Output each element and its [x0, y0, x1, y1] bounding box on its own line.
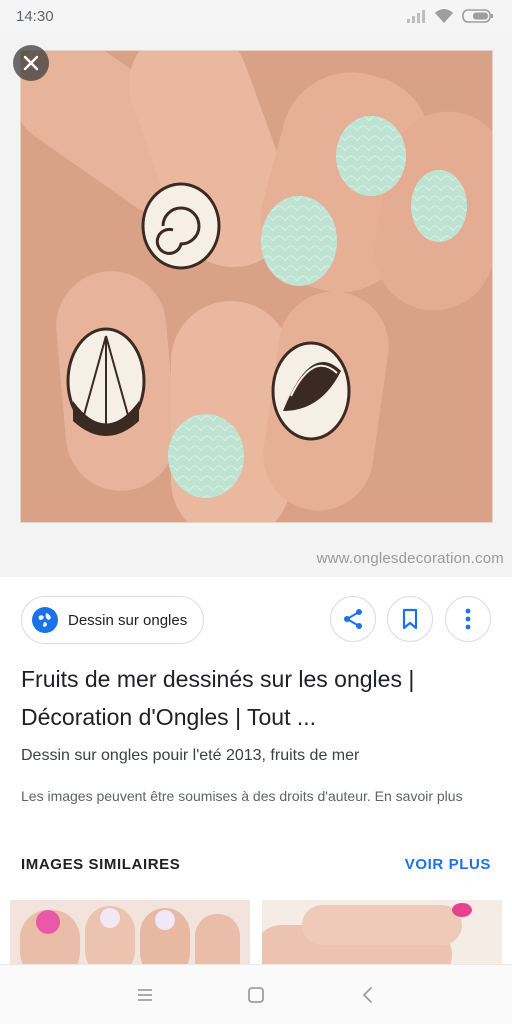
home-button[interactable]: [236, 975, 276, 1015]
result-title[interactable]: Fruits de mer dessinés sur les ongles | …: [21, 660, 491, 736]
battery-icon: [462, 9, 493, 23]
status-time: 14:30: [16, 7, 54, 25]
source-row: Dessin sur ongles: [0, 596, 512, 644]
more-vertical-icon: [465, 608, 471, 630]
home-square-icon: [248, 986, 264, 1003]
status-bar: 14:30: [0, 0, 512, 32]
close-icon: [23, 55, 39, 71]
status-icons: [406, 8, 494, 24]
system-nav-bar: [0, 964, 512, 1024]
see-more-link[interactable]: VOIR PLUS: [405, 856, 491, 873]
similar-images-title: IMAGES SIMILAIRES: [21, 856, 181, 873]
image-watermark: www.onglesdecoration.com: [316, 550, 504, 567]
similar-images-header: IMAGES SIMILAIRES VOIR PLUS: [21, 856, 491, 873]
back-button[interactable]: [347, 975, 387, 1015]
close-button[interactable]: [13, 45, 49, 81]
recent-apps-button[interactable]: [125, 975, 165, 1015]
signal-icon: [407, 10, 425, 23]
similar-image-thumbnail[interactable]: [262, 900, 502, 964]
menu-icon: [138, 988, 153, 1001]
bookmark-icon: [402, 608, 418, 630]
save-button[interactable]: [387, 596, 433, 642]
back-icon: [362, 986, 372, 1003]
share-icon: [344, 609, 362, 629]
similar-image-thumbnail[interactable]: [10, 900, 250, 964]
nail-art-illustration: [21, 51, 492, 522]
result-description: Dessin sur ongles pouir l'eté 2013, frui…: [21, 747, 360, 764]
source-chip[interactable]: Dessin sur ongles: [21, 596, 205, 644]
share-button[interactable]: [330, 596, 376, 642]
nail-art-image[interactable]: [20, 50, 493, 523]
wifi-icon: [435, 9, 453, 23]
image-viewer: www.onglesdecoration.com: [0, 32, 512, 577]
source-site-name: Dessin sur ongles: [68, 611, 188, 629]
globe-icon: [32, 607, 58, 633]
more-options-button[interactable]: [445, 596, 491, 642]
similar-images-strip: [0, 900, 512, 964]
copyright-notice: Les images peuvent être soumises à des d…: [21, 788, 463, 804]
